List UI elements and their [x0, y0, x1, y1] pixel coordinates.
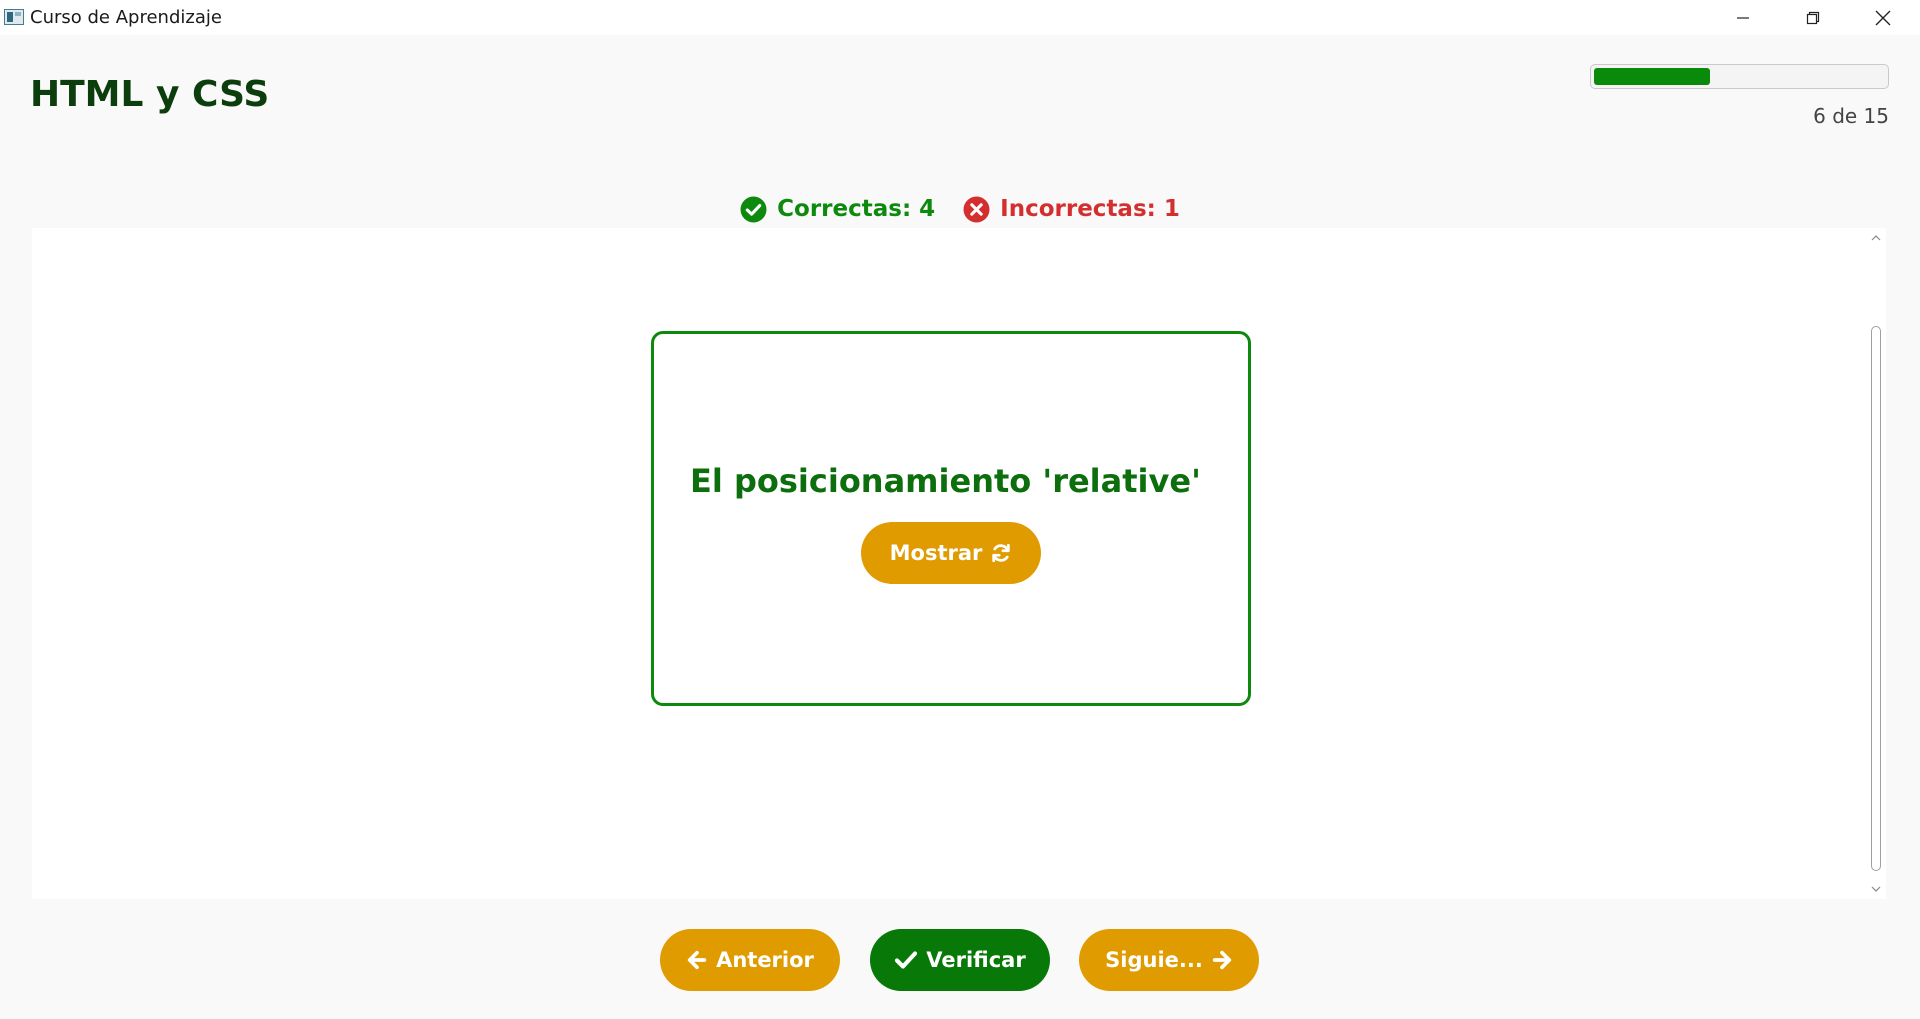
correct-count: Correctas: 4 — [740, 196, 935, 223]
close-button[interactable] — [1848, 0, 1918, 35]
close-icon — [1875, 10, 1891, 25]
progress-bar — [1590, 64, 1889, 89]
vertical-scrollbar[interactable] — [1866, 228, 1886, 899]
progress-bar-fill — [1594, 68, 1710, 85]
verify-button[interactable]: Verificar — [870, 929, 1050, 991]
scroll-thumb[interactable] — [1871, 326, 1881, 871]
verify-label: Verificar — [926, 948, 1026, 972]
app-icon — [4, 9, 24, 25]
previous-label: Anterior — [716, 948, 814, 972]
incorrect-count: Incorrectas: 1 — [963, 196, 1180, 223]
scroll-down-icon[interactable] — [1870, 883, 1882, 895]
x-circle-icon — [963, 196, 990, 222]
refresh-icon — [992, 543, 1011, 563]
check-icon — [895, 951, 918, 969]
course-title: HTML y CSS — [30, 74, 270, 115]
window-title: Curso de Aprendizaje — [30, 7, 222, 28]
score-summary: Correctas: 4 Incorrectas: 1 — [0, 193, 1920, 225]
previous-button[interactable]: Anterior — [660, 929, 840, 991]
progress-label: 6 de 15 — [1813, 104, 1889, 128]
flashcard: El posicionamiento 'relative' Mostrar — [651, 331, 1251, 706]
correct-count-label: Correctas: 4 — [777, 196, 936, 222]
incorrect-count-label: Incorrectas: 1 — [1000, 196, 1180, 222]
restore-icon — [1806, 11, 1820, 24]
arrow-right-icon — [1212, 950, 1232, 970]
next-label: Siguie... — [1105, 948, 1203, 972]
flashcard-text: El posicionamiento 'relative' — [690, 462, 1201, 500]
scroll-up-icon[interactable] — [1870, 232, 1882, 244]
check-circle-icon — [740, 196, 767, 222]
arrow-left-icon — [687, 950, 707, 970]
minimize-icon — [1737, 16, 1749, 19]
next-button[interactable]: Siguie... — [1079, 929, 1259, 991]
restore-button[interactable] — [1778, 0, 1848, 35]
show-answer-button[interactable]: Mostrar — [861, 522, 1041, 584]
show-answer-label: Mostrar — [889, 541, 983, 565]
app-window: Curso de Aprendizaje HTML y CSS 6 de 15 — [0, 0, 1920, 1019]
title-bar: Curso de Aprendizaje — [0, 0, 1920, 35]
minimize-button[interactable] — [1708, 0, 1778, 35]
